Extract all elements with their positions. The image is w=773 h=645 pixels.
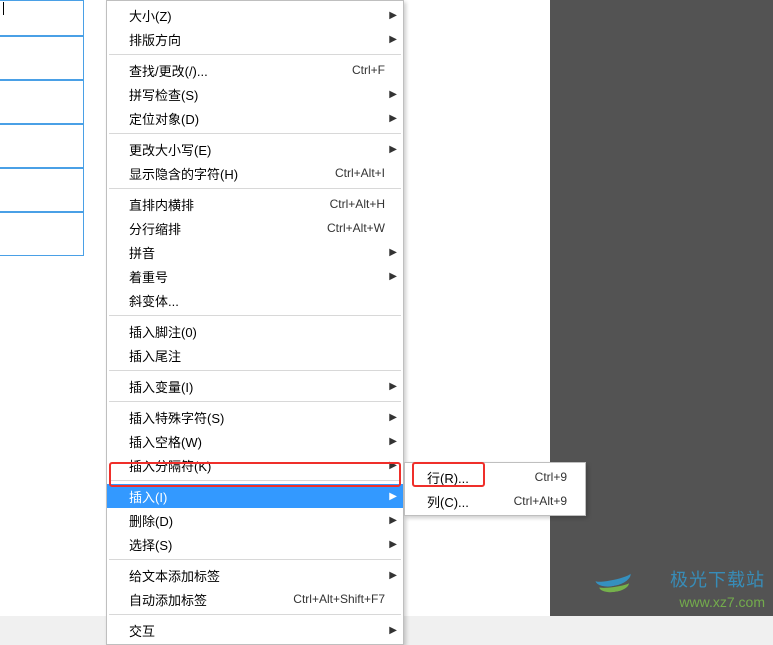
menu-item-label: 插入尾注	[129, 346, 393, 365]
submenu-arrow-icon: ▶	[389, 144, 397, 155]
submenu-item-label: 列(C)...	[427, 492, 514, 511]
menu-separator	[109, 480, 401, 481]
menu-separator	[109, 315, 401, 316]
menu-item-label: 直排内横排	[129, 195, 330, 214]
submenu-arrow-icon: ▶	[389, 539, 397, 550]
menu-item-label: 查找/更改(/)...	[129, 61, 352, 80]
submenu-arrow-icon: ▶	[389, 89, 397, 100]
menu-item-label: 给文本添加标签	[129, 566, 393, 585]
menu-item-label: 插入(I)	[129, 487, 393, 506]
menu-separator	[109, 614, 401, 615]
menu-item-label: 斜变体...	[129, 291, 393, 310]
submenu-arrow-icon: ▶	[389, 625, 397, 636]
menu-item[interactable]: 自动添加标签Ctrl+Alt+Shift+F7	[107, 587, 403, 611]
menu-item-label: 拼写检查(S)	[129, 85, 393, 104]
submenu-arrow-icon: ▶	[389, 34, 397, 45]
table-cell[interactable]	[0, 80, 84, 124]
submenu-arrow-icon: ▶	[389, 113, 397, 124]
menu-item[interactable]: 直排内横排Ctrl+Alt+H	[107, 192, 403, 216]
menu-item-label: 插入分隔符(K)	[129, 456, 393, 475]
menu-item[interactable]: 着重号▶	[107, 264, 403, 288]
pasteboard-background	[550, 0, 773, 616]
menu-item-label: 大小(Z)	[129, 6, 393, 25]
table-fragment	[0, 0, 84, 256]
menu-item[interactable]: 显示隐含的字符(H)Ctrl+Alt+I	[107, 161, 403, 185]
menu-item[interactable]: 插入特殊字符(S)▶	[107, 405, 403, 429]
menu-separator	[109, 559, 401, 560]
insert-submenu: 行(R)...Ctrl+9列(C)...Ctrl+Alt+9	[404, 462, 586, 516]
menu-separator	[109, 401, 401, 402]
menu-item[interactable]: 大小(Z)▶	[107, 3, 403, 27]
menu-separator	[109, 54, 401, 55]
menu-item-label: 插入特殊字符(S)	[129, 408, 393, 427]
menu-item[interactable]: 插入变量(I)▶	[107, 374, 403, 398]
menu-item[interactable]: 查找/更改(/)...Ctrl+F	[107, 58, 403, 82]
menu-item[interactable]: 交互▶	[107, 618, 403, 642]
menu-item[interactable]: 拼音▶	[107, 240, 403, 264]
table-cell[interactable]	[0, 0, 84, 36]
menu-item[interactable]: 插入(I)▶	[107, 484, 403, 508]
submenu-arrow-icon: ▶	[389, 436, 397, 447]
menu-item-label: 分行缩排	[129, 219, 327, 238]
menu-item-label: 显示隐含的字符(H)	[129, 164, 335, 183]
submenu-arrow-icon: ▶	[389, 412, 397, 423]
menu-item[interactable]: 删除(D)▶	[107, 508, 403, 532]
menu-item[interactable]: 分行缩排Ctrl+Alt+W	[107, 216, 403, 240]
document-page-area	[0, 0, 90, 260]
menu-item-label: 拼音	[129, 243, 393, 262]
menu-item-label: 排版方向	[129, 30, 393, 49]
menu-item[interactable]: 插入分隔符(K)▶	[107, 453, 403, 477]
menu-item-label: 选择(S)	[129, 535, 393, 554]
submenu-arrow-icon: ▶	[389, 460, 397, 471]
table-cell[interactable]	[0, 124, 84, 168]
menu-item-label: 自动添加标签	[129, 590, 293, 609]
submenu-arrow-icon: ▶	[389, 271, 397, 282]
submenu-item[interactable]: 列(C)...Ctrl+Alt+9	[405, 489, 585, 513]
submenu-item-shortcut: Ctrl+Alt+9	[514, 494, 575, 508]
menu-item[interactable]: 插入尾注	[107, 343, 403, 367]
table-cell[interactable]	[0, 212, 84, 256]
menu-item[interactable]: 更改大小写(E)▶	[107, 137, 403, 161]
menu-item[interactable]: 选择(S)▶	[107, 532, 403, 556]
menu-item-shortcut: Ctrl+Alt+Shift+F7	[293, 592, 393, 606]
menu-item-label: 交互	[129, 621, 393, 640]
menu-separator	[109, 133, 401, 134]
menu-item-shortcut: Ctrl+Alt+H	[330, 197, 393, 211]
watermark-logo-icon	[595, 564, 633, 602]
context-menu: 大小(Z)▶排版方向▶查找/更改(/)...Ctrl+F拼写检查(S)▶定位对象…	[106, 0, 404, 645]
watermark-text: 极光下载站	[670, 566, 765, 592]
submenu-arrow-icon: ▶	[389, 570, 397, 581]
submenu-arrow-icon: ▶	[389, 10, 397, 21]
menu-item-label: 删除(D)	[129, 511, 393, 530]
menu-item[interactable]: 定位对象(D)▶	[107, 106, 403, 130]
menu-item[interactable]: 排版方向▶	[107, 27, 403, 51]
menu-item-label: 着重号	[129, 267, 393, 286]
menu-item-label: 插入空格(W)	[129, 432, 393, 451]
submenu-arrow-icon: ▶	[389, 247, 397, 258]
menu-item-shortcut: Ctrl+F	[352, 63, 393, 77]
menu-item[interactable]: 斜变体...	[107, 288, 403, 312]
menu-item[interactable]: 拼写检查(S)▶	[107, 82, 403, 106]
table-cell[interactable]	[0, 168, 84, 212]
menu-item[interactable]: 插入脚注(0)	[107, 319, 403, 343]
menu-item-label: 插入脚注(0)	[129, 322, 393, 341]
submenu-item-label: 行(R)...	[427, 468, 535, 487]
submenu-item-shortcut: Ctrl+9	[535, 470, 575, 484]
submenu-arrow-icon: ▶	[389, 515, 397, 526]
submenu-arrow-icon: ▶	[389, 381, 397, 392]
watermark-url: www.xz7.com	[679, 594, 765, 610]
table-cell[interactable]	[0, 36, 84, 80]
text-caret	[3, 2, 4, 15]
menu-item-shortcut: Ctrl+Alt+I	[335, 166, 393, 180]
menu-separator	[109, 370, 401, 371]
submenu-arrow-icon: ▶	[389, 491, 397, 502]
menu-item-label: 插入变量(I)	[129, 377, 393, 396]
menu-separator	[109, 188, 401, 189]
menu-item-label: 更改大小写(E)	[129, 140, 393, 159]
submenu-item[interactable]: 行(R)...Ctrl+9	[405, 465, 585, 489]
menu-item[interactable]: 插入空格(W)▶	[107, 429, 403, 453]
menu-item[interactable]: 给文本添加标签▶	[107, 563, 403, 587]
menu-item-label: 定位对象(D)	[129, 109, 393, 128]
menu-item-shortcut: Ctrl+Alt+W	[327, 221, 393, 235]
